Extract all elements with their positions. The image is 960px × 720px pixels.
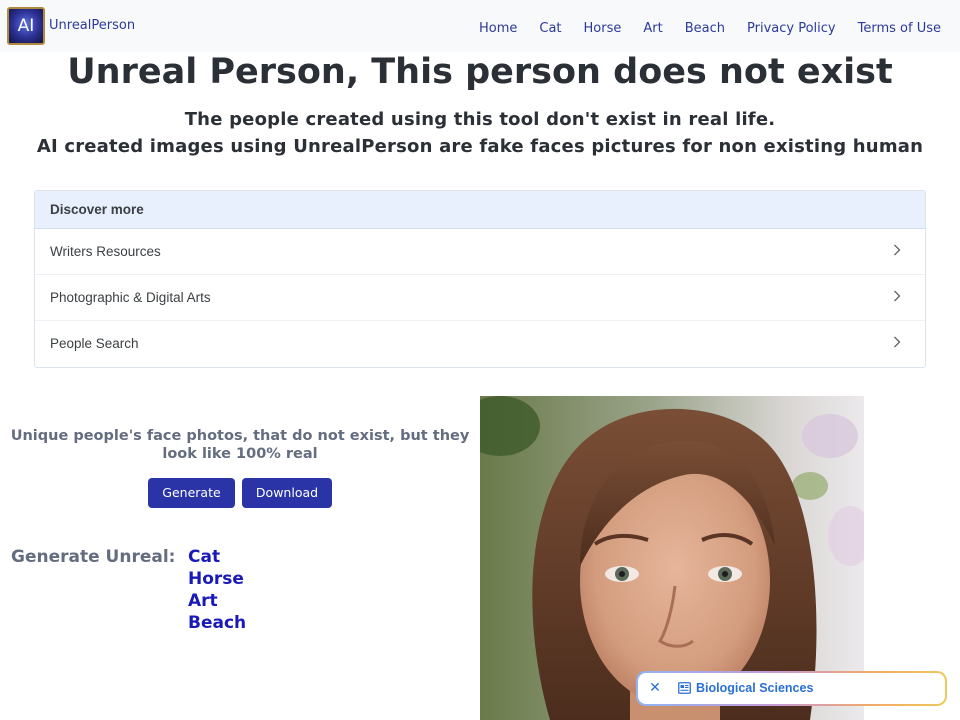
- generate-button[interactable]: Generate: [148, 478, 235, 508]
- discover-item-label: Photographic & Digital Arts: [50, 290, 211, 305]
- page-title: Unreal Person, This person does not exis…: [67, 52, 893, 92]
- tagline: Unique people's face photos, that do not…: [10, 428, 470, 462]
- page-subtitle: The people created using this tool don't…: [0, 106, 960, 160]
- subtitle-line-1: The people created using this tool don't…: [184, 109, 776, 130]
- discover-item-label: Writers Resources: [50, 244, 161, 259]
- discover-item-writers-resources[interactable]: Writers Resources: [35, 229, 925, 275]
- discover-more-header: Discover more: [35, 191, 925, 229]
- chevron-right-icon: [894, 290, 901, 302]
- generate-links: Cat Horse Art Beach: [188, 546, 246, 634]
- brand-link[interactable]: UnrealPerson: [49, 17, 135, 35]
- nav-link-home[interactable]: Home: [479, 21, 517, 36]
- topic-pill-label[interactable]: Biological Sciences: [696, 679, 813, 697]
- nav-link-horse[interactable]: Horse: [584, 21, 622, 36]
- generate-link-beach[interactable]: Beach: [188, 613, 246, 633]
- subtitle-line-2: AI created images using UnrealPerson are…: [36, 136, 924, 157]
- discover-item-label: People Search: [50, 336, 139, 351]
- logo[interactable]: AI: [7, 7, 45, 45]
- navbar: AI UnrealPerson Home Cat Horse Art Beach…: [0, 0, 960, 52]
- logo-text: AI: [17, 15, 35, 36]
- nav-link-privacy-policy[interactable]: Privacy Policy: [747, 21, 836, 36]
- chevron-right-icon: [894, 244, 901, 256]
- generate-link-cat[interactable]: Cat: [188, 547, 220, 567]
- nav-link-terms-of-use[interactable]: Terms of Use: [858, 21, 941, 36]
- discover-item-people-search[interactable]: People Search: [35, 321, 925, 366]
- topic-pill[interactable]: ✕ Biological Sciences: [636, 671, 947, 706]
- download-button[interactable]: Download: [242, 478, 332, 508]
- generate-link-horse[interactable]: Horse: [188, 569, 244, 589]
- nav-links: Home Cat Horse Art Beach Privacy Policy …: [457, 17, 941, 38]
- discover-item-photographic-digital-arts[interactable]: Photographic & Digital Arts: [35, 275, 925, 321]
- chevron-right-icon: [894, 336, 901, 348]
- generate-unreal-label: Generate Unreal:: [11, 547, 176, 567]
- nav-link-art[interactable]: Art: [643, 21, 662, 36]
- close-icon[interactable]: ✕: [646, 679, 664, 697]
- nav-link-beach[interactable]: Beach: [685, 21, 725, 36]
- nav-link-cat[interactable]: Cat: [539, 21, 561, 36]
- generate-link-art[interactable]: Art: [188, 591, 218, 611]
- discover-more-panel: Discover more Writers Resources Photogra…: [34, 190, 926, 368]
- newspaper-icon: [678, 682, 691, 694]
